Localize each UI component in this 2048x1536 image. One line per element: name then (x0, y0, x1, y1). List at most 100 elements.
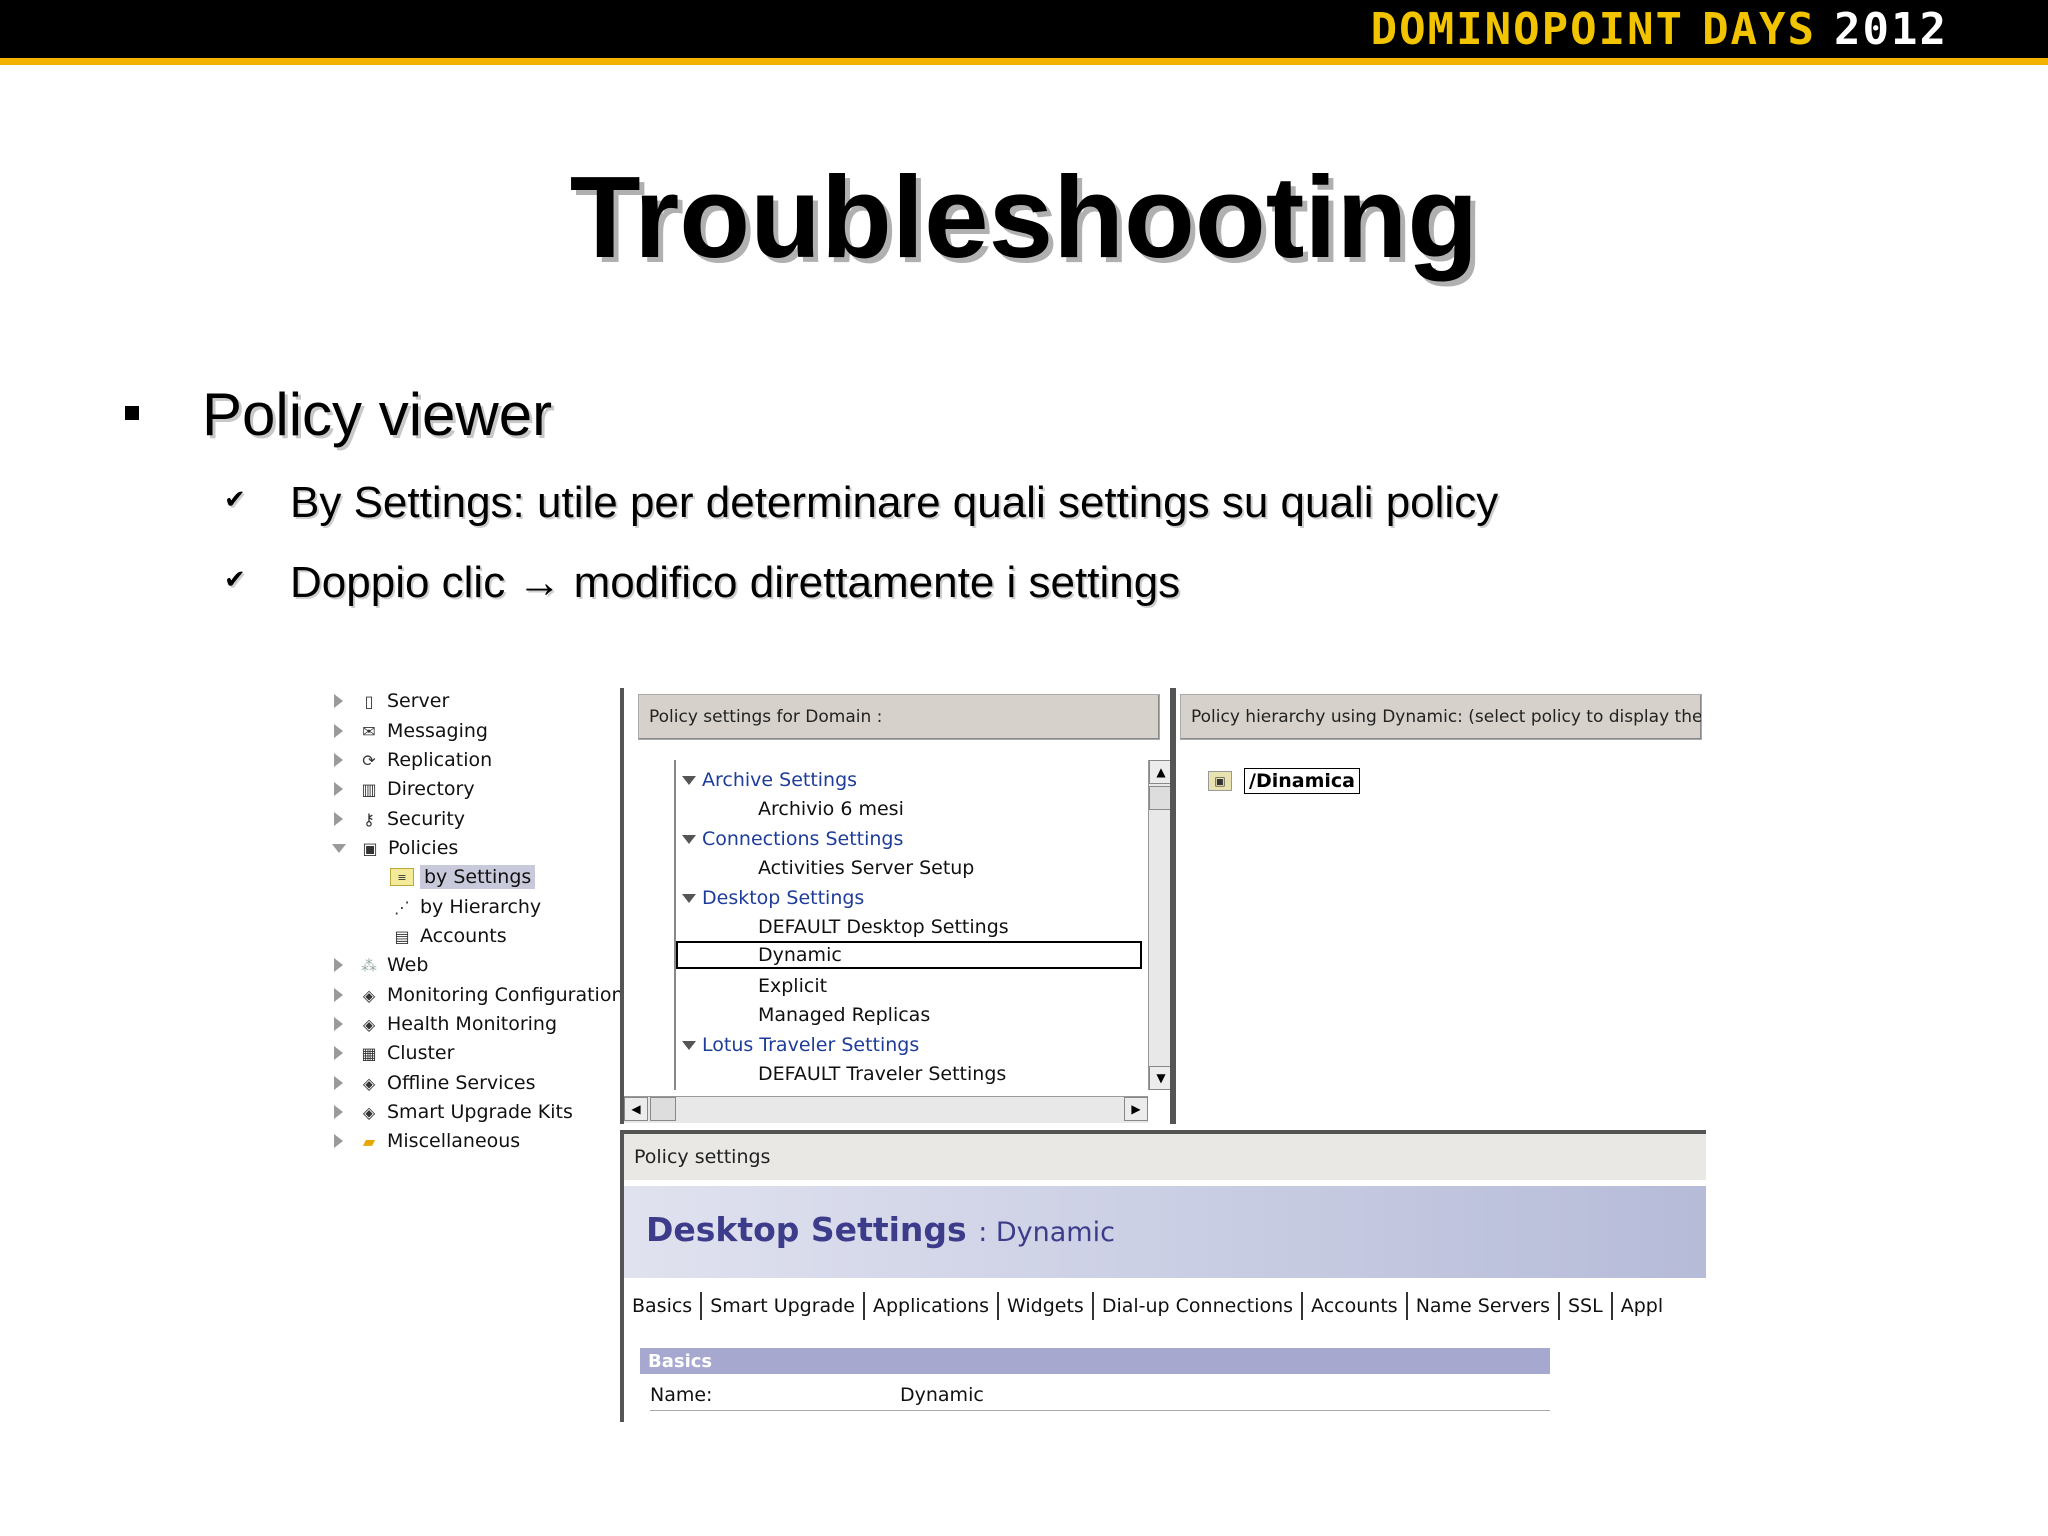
key-icon: ⚷ (363, 809, 375, 829)
collapse-triangle-icon[interactable] (682, 893, 696, 903)
policy-settings-header: Policy settings for Domain : (638, 694, 1160, 740)
document-title: Desktop Settings : Dynamic (646, 1210, 1115, 1249)
group-desktop-settings[interactable]: Desktop Settings (676, 884, 864, 912)
tree-item-health-monitoring[interactable]: ◈ Health Monitoring (334, 1011, 557, 1037)
tab-accounts[interactable]: Accounts (1303, 1292, 1408, 1320)
scroll-right-icon[interactable]: ▶ (1124, 1097, 1148, 1121)
tree-item-directory[interactable]: ▥ Directory (334, 776, 475, 802)
expand-arrow-icon[interactable] (334, 958, 343, 972)
h-scroll-thumb[interactable] (650, 1097, 676, 1121)
document-title-band: Desktop Settings : Dynamic (624, 1186, 1706, 1278)
server-icon: ▯ (364, 691, 374, 711)
tree-item-policies[interactable]: ▣ Policies (332, 835, 458, 861)
expand-arrow-icon[interactable] (334, 1076, 343, 1090)
field-row-name: Name: Dynamic (650, 1380, 1550, 1411)
tab-basics[interactable]: Basics (624, 1292, 703, 1320)
expand-arrow-icon[interactable] (334, 1017, 343, 1031)
replication-icon: ⟳ (362, 750, 376, 770)
web-icon: ⁂ (361, 955, 377, 975)
policy-node[interactable]: ▣ /Dinamica (1208, 768, 1360, 794)
messaging-icon: ✉ (362, 721, 376, 741)
horizontal-scrollbar[interactable]: ◀ ▶ (624, 1096, 1148, 1123)
collapse-triangle-icon[interactable] (682, 834, 696, 844)
list-item[interactable]: Archivio 6 mesi (758, 795, 904, 823)
list-item[interactable]: Activities Server Setup (758, 854, 974, 882)
banner-accent-line (0, 58, 2048, 65)
expand-arrow-icon[interactable] (334, 1105, 343, 1119)
expand-arrow-icon[interactable] (334, 812, 343, 826)
collapse-arrow-icon[interactable] (332, 843, 346, 853)
checkmark-icon: ✔ (224, 484, 246, 514)
accounts-icon: ▤ (394, 926, 410, 946)
expand-arrow-icon[interactable] (334, 1134, 343, 1148)
tab-ssl[interactable]: SSL (1560, 1292, 1613, 1320)
tree-item-smart-upgrade-kits[interactable]: ◈ Smart Upgrade Kits (334, 1099, 573, 1125)
tree-item-by-hierarchy[interactable]: ⋰ by Hierarchy (390, 894, 541, 920)
tab-dial-up-connections[interactable]: Dial-up Connections (1094, 1292, 1304, 1320)
field-value[interactable]: Dynamic (900, 1384, 984, 1406)
tree-item-by-settings[interactable]: ≡ by Settings (390, 864, 536, 890)
slide-title: Troubleshooting (569, 152, 1479, 282)
event-logo: DOMINOPOINT DAYS 2012 (1370, 3, 1948, 55)
tree-item-messaging[interactable]: ✉ Messaging (334, 718, 488, 744)
upgrade-icon: ◈ (362, 1102, 376, 1122)
field-label: Name: (650, 1384, 713, 1406)
pane-splitter[interactable] (1170, 688, 1176, 1124)
tab-name-servers[interactable]: Name Servers (1408, 1292, 1560, 1320)
top-banner: DOMINOPOINT DAYS 2012 (0, 0, 2048, 58)
logo-part1: DOMINOPOINT (1370, 3, 1685, 55)
group-connections-settings[interactable]: Connections Settings (676, 825, 903, 853)
section-header: Basics (640, 1348, 1550, 1374)
expand-arrow-icon[interactable] (334, 782, 343, 796)
monitoring-icon: ◈ (362, 985, 376, 1005)
tree-item-web[interactable]: ⁂ Web (334, 952, 428, 978)
policy-name[interactable]: /Dinamica (1244, 768, 1360, 794)
cluster-icon: ▦ (361, 1043, 377, 1063)
group-archive-settings[interactable]: Archive Settings (676, 766, 857, 794)
tree-item-miscellaneous[interactable]: ▰ Miscellaneous (334, 1128, 520, 1154)
list-item[interactable]: DEFAULT Desktop Settings (758, 913, 1009, 941)
logo-part2: DAYS (1702, 3, 1817, 55)
tree-item-monitoring-configuration[interactable]: ◈ Monitoring Configuration (334, 982, 624, 1008)
list-item[interactable]: Explicit (758, 972, 827, 1000)
domino-admin-screenshot: ▯ Server ✉ Messaging ⟳ Replication ▥ Dir… (320, 682, 1706, 1422)
list-item-focused[interactable]: Dynamic (676, 941, 1142, 969)
checkmark-icon: ✔ (224, 564, 246, 594)
policy-settings-pane: Policy settings for Domain : Archive Set… (620, 688, 1173, 1124)
sub-bullet-1-text: By Settings: utile per determinare quali… (290, 478, 1499, 527)
policy-settings-list: Archive Settings Archivio 6 mesi Connect… (674, 760, 1146, 1090)
expand-arrow-icon[interactable] (334, 1046, 343, 1060)
policy-document-pane: Policy settings Desktop Settings : Dynam… (620, 1130, 1706, 1422)
tree-item-security[interactable]: ⚷ Security (334, 806, 465, 832)
list-item[interactable]: Managed Replicas (758, 1001, 930, 1029)
health-icon: ◈ (362, 1014, 376, 1034)
tree-item-accounts[interactable]: ▤ Accounts (390, 923, 506, 949)
expand-arrow-icon[interactable] (334, 724, 343, 738)
tree-item-offline-services[interactable]: ◈ Offline Services (334, 1070, 536, 1096)
tree-item-replication[interactable]: ⟳ Replication (334, 747, 492, 773)
expand-arrow-icon[interactable] (334, 988, 343, 1002)
folder-icon: ▰ (362, 1131, 376, 1151)
tab-widgets[interactable]: Widgets (999, 1292, 1094, 1320)
policy-hierarchy-header: Policy hierarchy using Dynamic: (select … (1180, 694, 1702, 740)
tab-smart-upgrade[interactable]: Smart Upgrade (702, 1292, 865, 1320)
policy-hierarchy-pane: Policy hierarchy using Dynamic: (select … (1178, 688, 1702, 1124)
settings-doc-icon: ≡ (390, 868, 414, 886)
policy-icon: ▣ (1208, 771, 1232, 791)
hierarchy-icon: ⋰ (394, 897, 410, 917)
tab-applications[interactable]: Applications (865, 1292, 1000, 1320)
collapse-triangle-icon[interactable] (682, 1040, 696, 1050)
tree-item-server[interactable]: ▯ Server (334, 688, 449, 714)
tree-item-cluster[interactable]: ▦ Cluster (334, 1040, 454, 1066)
sub-bullet-2-text: Doppio clic → modifico direttamente i se… (290, 558, 1181, 607)
bullet-square-icon (125, 406, 139, 420)
policies-icon: ▣ (362, 838, 378, 858)
scroll-left-icon[interactable]: ◀ (624, 1097, 648, 1121)
collapse-triangle-icon[interactable] (682, 775, 696, 785)
group-lotus-traveler-settings[interactable]: Lotus Traveler Settings (676, 1031, 919, 1059)
list-item[interactable]: DEFAULT Traveler Settings (758, 1060, 1006, 1088)
tab-applications-truncated[interactable]: Appl (1613, 1292, 1671, 1320)
expand-arrow-icon[interactable] (334, 694, 343, 708)
expand-arrow-icon[interactable] (334, 753, 343, 767)
offline-icon: ◈ (362, 1073, 376, 1093)
